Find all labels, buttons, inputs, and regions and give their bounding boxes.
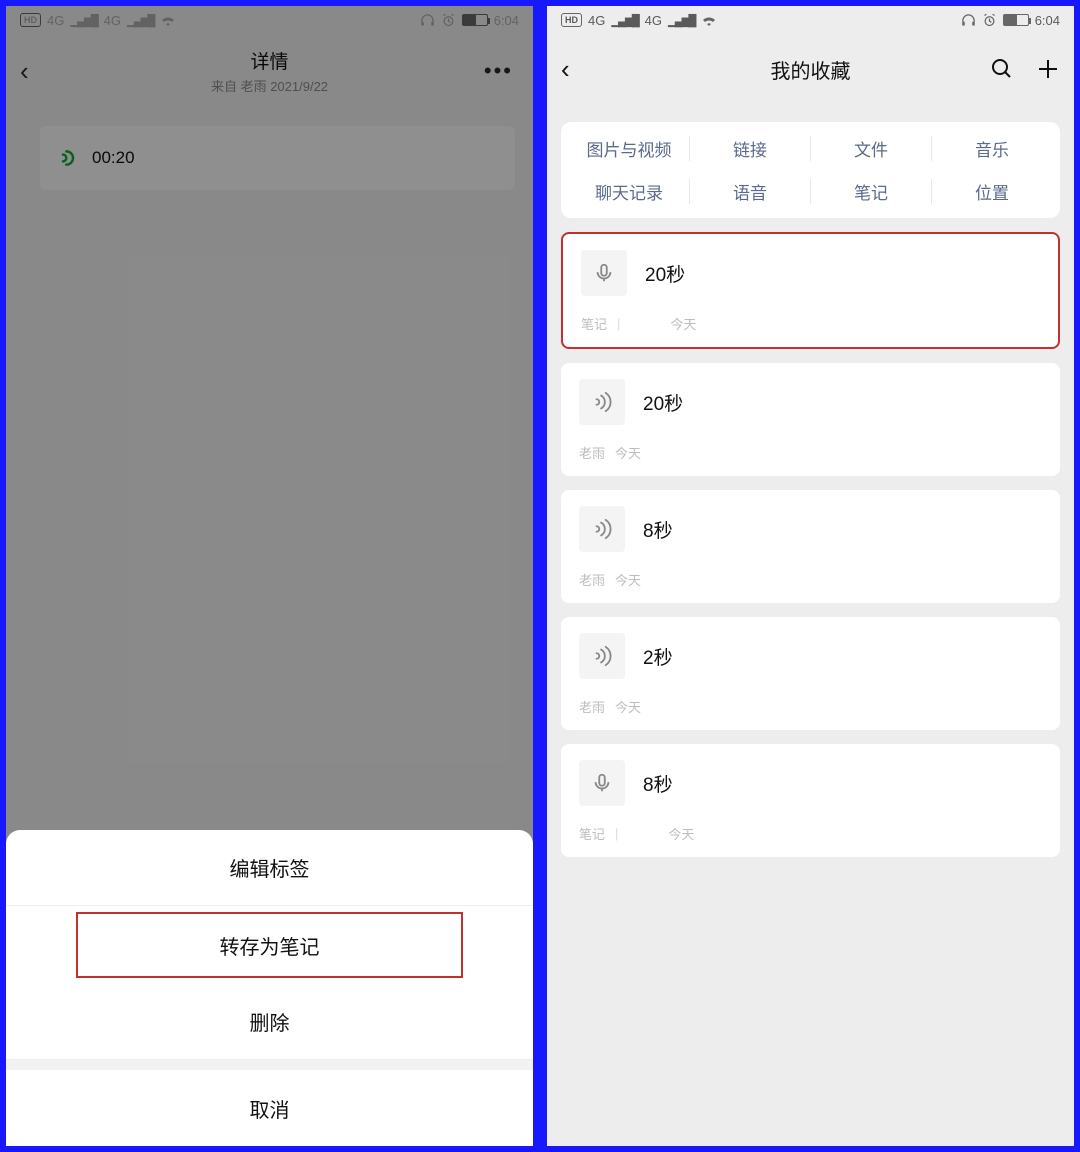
sheet-edit-tags-label: 编辑标签: [230, 853, 310, 882]
cat-voice[interactable]: 语音: [690, 179, 811, 204]
category-card: 图片与视频 链接 文件 音乐 聊天记录 语音 笔记 位置: [561, 122, 1060, 218]
item-meta-1: 老雨: [579, 697, 605, 716]
favorites-topbar: ‹ 我的收藏: [547, 34, 1074, 104]
favorite-item[interactable]: 20秒 老雨 今天: [561, 363, 1060, 476]
page-title: 我的收藏: [771, 55, 851, 84]
cat-notes[interactable]: 笔记: [811, 179, 932, 204]
mic-icon: [579, 760, 625, 806]
headphones-icon: [420, 13, 435, 28]
page-subtitle: 来自 老雨 2021/9/22: [211, 76, 328, 95]
network-1: 4G: [47, 13, 64, 28]
item-title: 8秒: [643, 516, 673, 543]
alarm-icon: [441, 13, 456, 28]
meta-sep: |: [615, 826, 618, 841]
cat-files[interactable]: 文件: [811, 136, 932, 161]
voice-message[interactable]: 00:20: [40, 126, 515, 190]
voice-duration: 00:20: [92, 148, 135, 168]
item-meta-2: 今天: [615, 443, 641, 462]
item-meta-2: 今天: [668, 824, 694, 843]
back-button[interactable]: ‹: [561, 54, 570, 85]
item-title: 20秒: [643, 389, 683, 416]
sheet-cancel-label: 取消: [250, 1094, 290, 1123]
item-meta-1: 老雨: [579, 443, 605, 462]
battery-icon: [462, 14, 488, 26]
network-2: 4G: [104, 13, 121, 28]
sheet-edit-tags[interactable]: 编辑标签: [6, 830, 533, 906]
meta-sep: |: [617, 316, 620, 331]
back-button[interactable]: ‹: [20, 56, 29, 87]
sound-icon: [579, 633, 625, 679]
add-icon[interactable]: [1036, 57, 1060, 81]
item-meta-2: 今天: [615, 697, 641, 716]
sheet-delete[interactable]: 删除: [6, 984, 533, 1060]
item-title: 20秒: [645, 260, 685, 287]
sheet-cancel[interactable]: 取消: [6, 1070, 533, 1146]
cat-links[interactable]: 链接: [690, 136, 811, 161]
status-bar: HD 4G ▁▃▅▇ 4G ▁▃▅▇ 6:04: [547, 6, 1074, 34]
sheet-delete-label: 删除: [250, 1007, 290, 1036]
cat-music[interactable]: 音乐: [932, 136, 1052, 161]
favorite-item[interactable]: 20秒 笔记 | x 今天: [561, 232, 1060, 349]
battery-icon: [1003, 14, 1029, 26]
sheet-save-as-note-label: 转存为笔记: [220, 931, 320, 960]
more-button[interactable]: •••: [484, 58, 513, 84]
sound-icon: [579, 506, 625, 552]
alarm-icon: [982, 13, 997, 28]
sound-icon: [579, 379, 625, 425]
item-meta-2: 今天: [615, 570, 641, 589]
status-time: 6:04: [494, 13, 519, 28]
signal-1-icon: ▁▃▅▇: [70, 13, 97, 28]
signal-2-icon: ▁▃▅▇: [668, 13, 695, 28]
wifi-icon: [701, 14, 717, 26]
status-time: 6:04: [1035, 13, 1060, 28]
sheet-gap: [6, 1060, 533, 1070]
item-meta-1: 老雨: [579, 570, 605, 589]
phone-right: HD 4G ▁▃▅▇ 4G ▁▃▅▇ 6:04 ‹ 我的收藏: [547, 6, 1074, 1146]
favorite-item[interactable]: 2秒 老雨 今天: [561, 617, 1060, 730]
sheet-save-as-note[interactable]: 转存为笔记: [76, 912, 463, 978]
voice-play-icon: [58, 148, 78, 168]
network-1: 4G: [588, 13, 605, 28]
item-title: 2秒: [643, 643, 673, 670]
item-title: 8秒: [643, 770, 673, 797]
wifi-icon: [160, 14, 176, 26]
item-meta-1: 笔记: [579, 824, 605, 843]
status-bar: HD 4G ▁▃▅▇ 4G ▁▃▅▇ 6:04: [6, 6, 533, 34]
cat-location[interactable]: 位置: [932, 179, 1052, 204]
favorite-item[interactable]: 8秒 笔记 | x 今天: [561, 744, 1060, 857]
item-meta-2: 今天: [670, 314, 696, 333]
page-title: 详情: [211, 47, 328, 74]
network-2: 4G: [645, 13, 662, 28]
hd-badge: HD: [561, 13, 582, 27]
action-sheet: 编辑标签 转存为笔记 删除 取消: [6, 830, 533, 1146]
search-icon[interactable]: [990, 57, 1014, 81]
mic-icon: [581, 250, 627, 296]
phone-left: HD 4G ▁▃▅▇ 4G ▁▃▅▇ 6:04 ‹ 详情 来自 老雨 2021/…: [6, 6, 533, 1146]
hd-badge: HD: [20, 13, 41, 27]
cat-images-video[interactable]: 图片与视频: [569, 136, 690, 161]
cat-chat-history[interactable]: 聊天记录: [569, 179, 690, 204]
detail-topbar: ‹ 详情 来自 老雨 2021/9/22 •••: [6, 34, 533, 108]
item-meta-1: 笔记: [581, 314, 607, 333]
signal-2-icon: ▁▃▅▇: [127, 13, 154, 28]
favorite-item[interactable]: 8秒 老雨 今天: [561, 490, 1060, 603]
headphones-icon: [961, 13, 976, 28]
signal-1-icon: ▁▃▅▇: [611, 13, 638, 28]
